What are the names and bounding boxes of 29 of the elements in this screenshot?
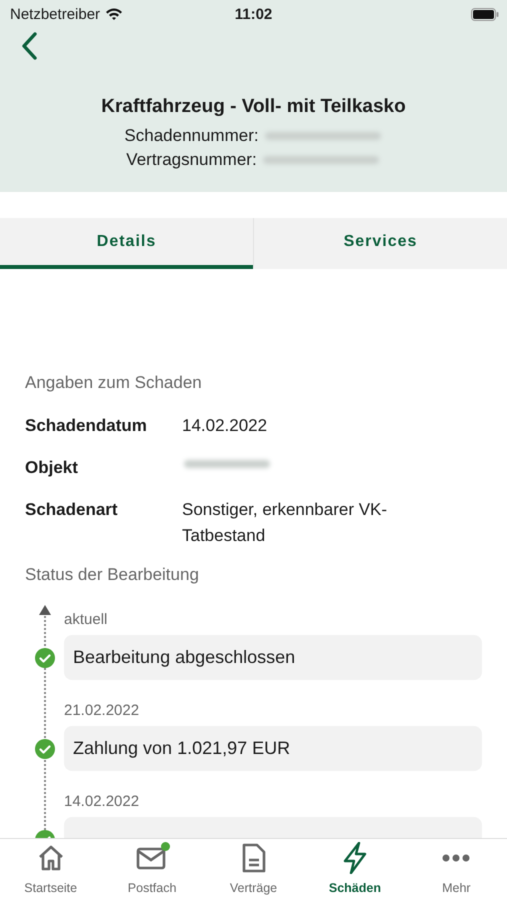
wifi-icon bbox=[105, 7, 124, 21]
nav-tab[interactable]: Mehr bbox=[406, 839, 507, 900]
status-text: Zahlung von 1.021,97 EUR bbox=[73, 738, 290, 759]
field-label: Schadennummer: bbox=[124, 125, 259, 147]
detail-value: 14.02.2022 bbox=[182, 416, 268, 435]
status-text: Bearbeitung abgeschlossen bbox=[73, 647, 296, 668]
field-label: Vertragsnummer: bbox=[126, 149, 257, 171]
lightning-icon bbox=[342, 842, 368, 874]
document-icon bbox=[240, 843, 267, 873]
home-icon bbox=[36, 844, 65, 872]
timeline-date: aktuell bbox=[64, 611, 108, 628]
nav-tab[interactable]: Startseite bbox=[0, 839, 102, 900]
battery-icon bbox=[471, 8, 499, 20]
section-heading: Angaben zum Schaden bbox=[25, 373, 203, 393]
detail-label: Schadendatum bbox=[25, 415, 148, 437]
clock-time: 11:02 bbox=[234, 6, 272, 22]
detail-label: Objekt bbox=[25, 457, 79, 479]
timeline-date: 21.02.2022 bbox=[64, 702, 140, 719]
nav-tab[interactable]: Schäden bbox=[304, 839, 406, 900]
carrier-name: Netzbetreiber bbox=[10, 6, 100, 22]
claim-title: Kraftfahrzeug - Voll- mit Teilkasko bbox=[100, 96, 407, 118]
detail-value: Sonstiger, erkennbarer VK-Tatbestand bbox=[182, 500, 388, 545]
detail-label: Schadenart bbox=[25, 499, 119, 521]
nav-tab[interactable]: Verträge bbox=[202, 839, 304, 900]
timeline-date: 14.02.2022 bbox=[64, 793, 140, 810]
more-icon bbox=[442, 853, 470, 863]
section-heading: Status der Bearbeitung bbox=[25, 565, 200, 585]
timeline-arrow-icon bbox=[39, 605, 51, 615]
nav-tab[interactable]: Postfach bbox=[101, 839, 203, 900]
